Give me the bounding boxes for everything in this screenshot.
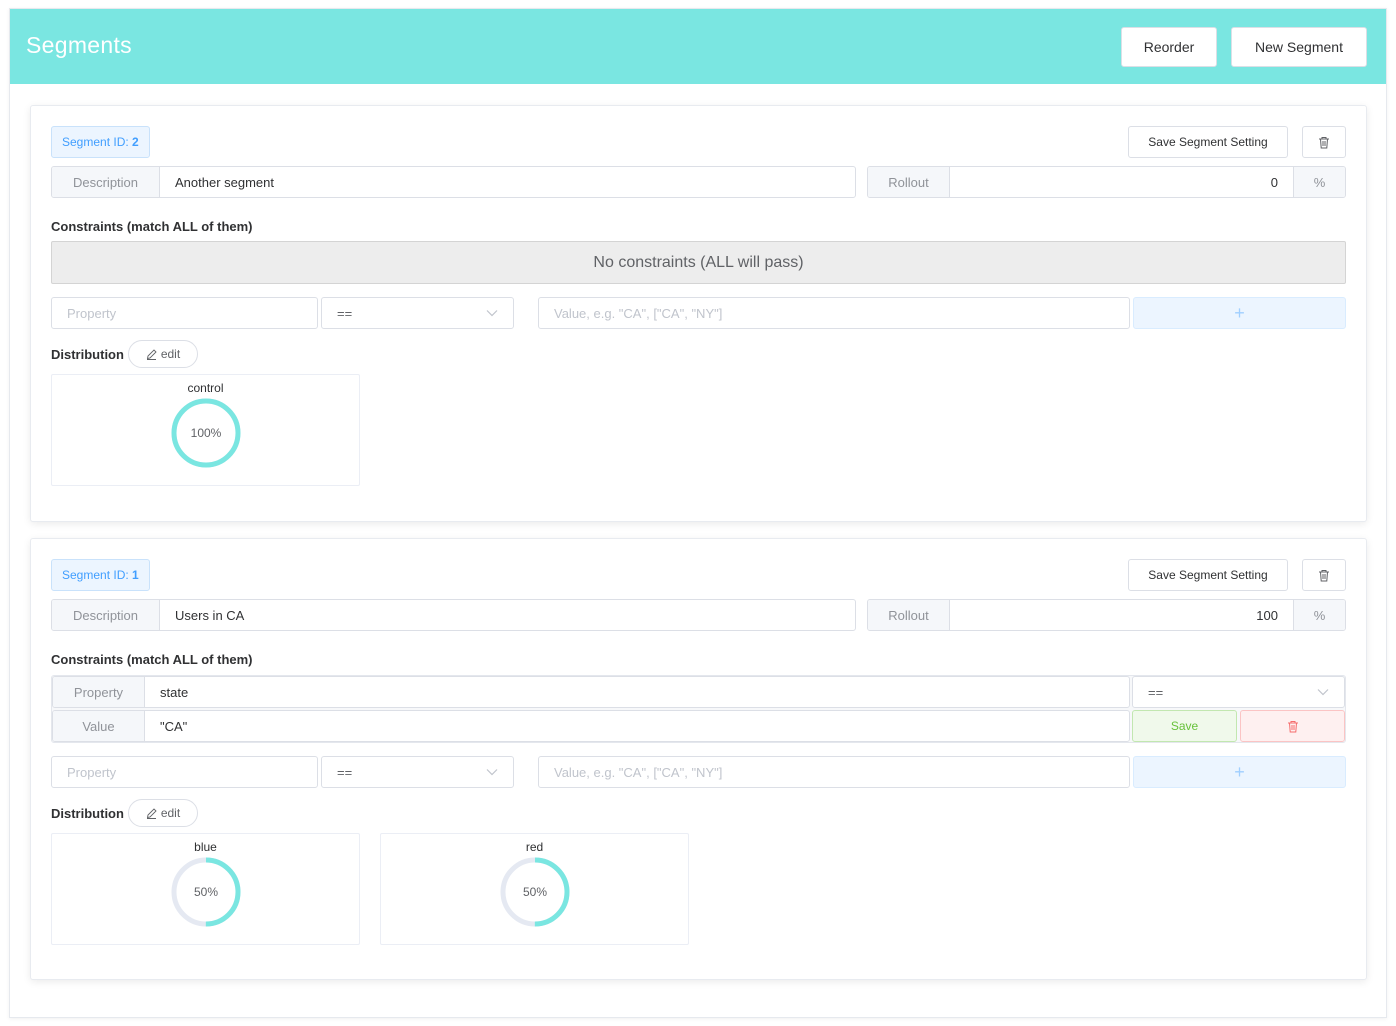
new-constraint-property-input[interactable]: Property xyxy=(51,297,318,329)
distribution-heading: Distribution xyxy=(51,806,124,821)
app-frame: Segments Reorder New Segment Segment ID:… xyxy=(9,8,1387,1018)
edit-label: edit xyxy=(160,347,181,361)
constraints-heading: Constraints (match ALL of them) xyxy=(51,219,253,234)
delete-segment-button[interactable] xyxy=(1302,559,1346,591)
new-constraint-value-input[interactable]: Value, e.g. "CA", ["CA", "NY"] xyxy=(538,756,1130,788)
operator-value: == xyxy=(337,764,353,780)
constraint-row: Property state == Value "CA" Save xyxy=(51,675,1346,743)
new-segment-button[interactable]: New Segment xyxy=(1231,27,1367,67)
segment-card: Segment ID: 2 Save Segment Setting Descr… xyxy=(30,105,1367,522)
save-constraint-button[interactable]: Save xyxy=(1132,710,1237,742)
segment-id-tag: Segment ID: 1 xyxy=(51,559,150,591)
operator-value: == xyxy=(337,305,353,321)
description-field[interactable]: Description Users in CA xyxy=(51,599,856,631)
rollout-label: Rollout xyxy=(868,600,950,630)
description-field[interactable]: Description Another segment xyxy=(51,166,856,198)
rollout-field[interactable]: Rollout 0 % xyxy=(867,166,1346,198)
donut-percent-label: 100% xyxy=(190,426,222,440)
trash-icon xyxy=(1319,136,1329,148)
rollout-unit: % xyxy=(1293,167,1345,197)
segment-id-tag: Segment ID: 2 xyxy=(51,126,150,158)
constraint-value-label: Value xyxy=(53,711,145,741)
rollout-label: Rollout xyxy=(868,167,950,197)
reorder-button[interactable]: Reorder xyxy=(1121,27,1217,67)
donut-percent-label: 50% xyxy=(193,885,219,899)
variant-name: blue xyxy=(194,840,217,854)
pencil-icon xyxy=(146,807,157,819)
variant-name: control xyxy=(187,381,224,395)
distribution-heading: Distribution xyxy=(51,347,124,362)
variant-name: red xyxy=(525,840,544,854)
page-title: Segments xyxy=(26,32,132,58)
trash-icon xyxy=(1319,569,1329,581)
delete-constraint-button[interactable] xyxy=(1240,710,1345,742)
new-constraint-operator-select[interactable]: == xyxy=(321,756,514,788)
operator-value: == xyxy=(1148,684,1164,700)
segment-id-value: 1 xyxy=(132,568,139,582)
add-constraint-button[interactable]: + xyxy=(1133,297,1346,329)
save-segment-setting-button[interactable]: Save Segment Setting xyxy=(1128,559,1288,591)
distribution-item: red 50% xyxy=(380,833,689,945)
description-input[interactable]: Another segment xyxy=(160,167,855,197)
new-constraint-property-input[interactable]: Property xyxy=(51,756,318,788)
distribution-item: blue 50% xyxy=(51,833,360,945)
constraint-operator-select[interactable]: == xyxy=(1132,676,1345,708)
add-constraint-button[interactable]: + xyxy=(1133,756,1346,788)
edit-distribution-button[interactable]: edit xyxy=(128,340,198,368)
constraint-value-field[interactable]: Value "CA" xyxy=(52,710,1130,742)
rollout-unit: % xyxy=(1293,600,1345,630)
segment-id-label: Segment ID: xyxy=(62,135,129,149)
constraint-value-input[interactable]: "CA" xyxy=(145,711,1129,741)
pencil-icon xyxy=(146,348,157,360)
constraint-property-label: Property xyxy=(53,677,145,707)
chevron-down-icon xyxy=(486,769,498,776)
constraint-property-input[interactable]: state xyxy=(145,677,1129,707)
segment-card: Segment ID: 1 Save Segment Setting Descr… xyxy=(30,538,1367,980)
segment-id-label: Segment ID: xyxy=(62,568,129,582)
new-constraint-operator-select[interactable]: == xyxy=(321,297,514,329)
chevron-down-icon xyxy=(486,310,498,317)
constraint-property-field[interactable]: Property state xyxy=(52,676,1130,708)
rollout-field[interactable]: Rollout 100 % xyxy=(867,599,1346,631)
trash-icon xyxy=(1287,720,1298,732)
description-label: Description xyxy=(52,600,160,630)
rollout-input[interactable]: 100 xyxy=(950,600,1293,630)
chevron-down-icon xyxy=(1317,689,1329,696)
new-constraint-value-input[interactable]: Value, e.g. "CA", ["CA", "NY"] xyxy=(538,297,1130,329)
save-segment-setting-button[interactable]: Save Segment Setting xyxy=(1128,126,1288,158)
description-label: Description xyxy=(52,167,160,197)
delete-segment-button[interactable] xyxy=(1302,126,1346,158)
distribution-item: control 100% xyxy=(51,374,360,486)
edit-label: edit xyxy=(160,806,181,820)
no-constraints-banner: No constraints (ALL will pass) xyxy=(51,241,1346,284)
edit-distribution-button[interactable]: edit xyxy=(128,799,198,827)
donut-percent-label: 50% xyxy=(522,885,548,899)
page-header: Segments Reorder New Segment xyxy=(10,9,1386,84)
rollout-input[interactable]: 0 xyxy=(950,167,1293,197)
description-input[interactable]: Users in CA xyxy=(160,600,855,630)
constraints-heading: Constraints (match ALL of them) xyxy=(51,652,253,667)
segment-id-value: 2 xyxy=(132,135,139,149)
